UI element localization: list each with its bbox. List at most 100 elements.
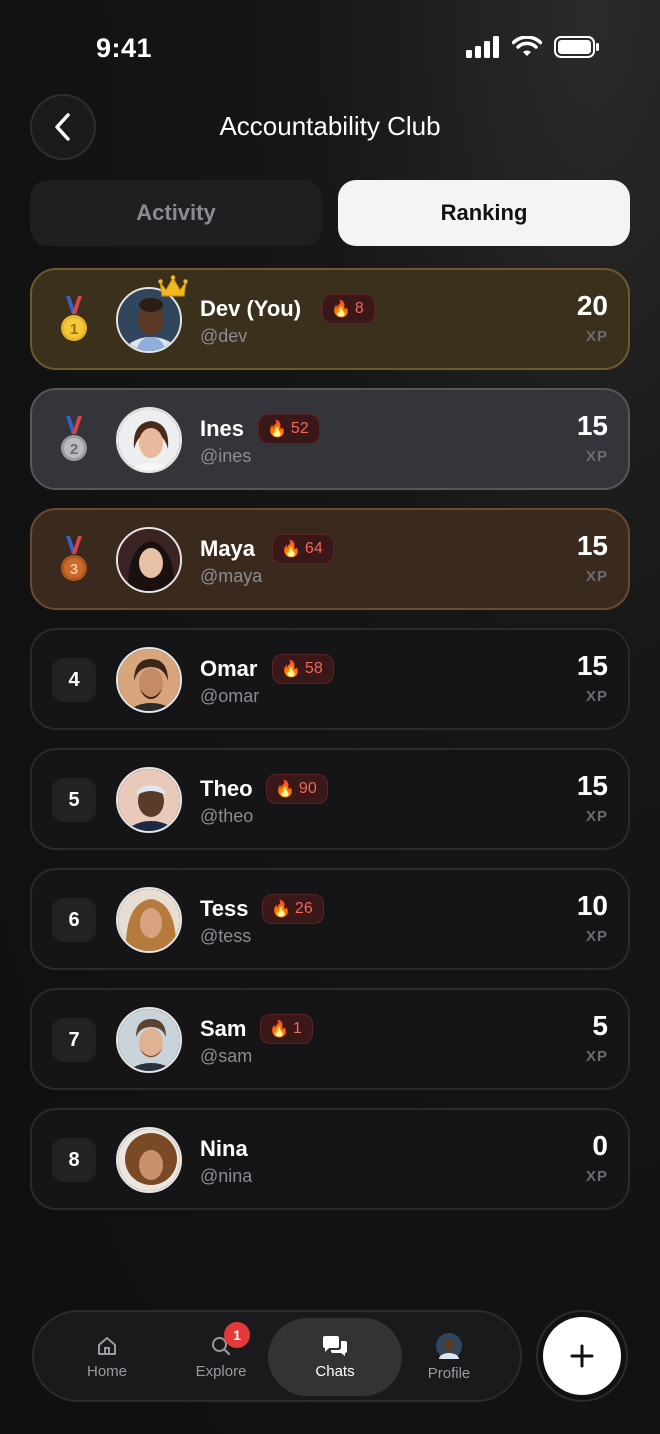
bronze-medal-icon: 3 xyxy=(61,536,87,581)
ranking-row-4[interactable]: 4 Omar 🔥 58 @omar 15 XP xyxy=(30,628,630,730)
avatar xyxy=(116,527,182,593)
rank-number: 8 xyxy=(52,1138,96,1182)
member-name: Omar xyxy=(200,656,258,681)
member-handle: @ines xyxy=(200,446,252,466)
streak-badge: 🔥 52 xyxy=(258,414,320,444)
rank-number: 5 xyxy=(52,778,96,822)
add-button-surface xyxy=(543,1317,621,1395)
xp-value: 10 xyxy=(576,890,608,921)
rank-number: 7 xyxy=(52,1018,96,1062)
xp-value: 15 xyxy=(576,650,608,681)
chats-icon xyxy=(323,1335,347,1356)
member-handle: @nina xyxy=(200,1166,253,1186)
avatar xyxy=(116,767,182,833)
member-name: Theo xyxy=(200,776,253,801)
ranking-row-1[interactable]: 1 Dev (You) 🔥 8 @dev 20 XP xyxy=(30,268,630,370)
xp-value: 5 xyxy=(592,1010,608,1041)
streak-badge: 🔥 64 xyxy=(272,534,334,564)
flame-icon: 🔥 xyxy=(331,301,351,318)
flame-icon: 🔥 xyxy=(267,421,287,438)
member-handle: @omar xyxy=(200,686,260,706)
flame-icon: 🔥 xyxy=(275,781,295,798)
flame-icon: 🔥 xyxy=(269,1021,289,1038)
medal-rank-1: 1 xyxy=(70,321,78,338)
ranking-row-3[interactable]: 3 Maya 🔥 64 @maya 15 XP xyxy=(30,508,630,610)
wifi-icon xyxy=(512,36,542,56)
tab-activity[interactable]: Activity xyxy=(30,180,322,246)
nav-item-profile[interactable]: Profile xyxy=(382,1318,516,1396)
nav-label-chats: Chats xyxy=(315,1362,355,1380)
streak-badge: 🔥 8 xyxy=(322,294,375,324)
xp-value: 15 xyxy=(576,410,608,441)
rank-number: 6 xyxy=(52,898,96,942)
tab-ranking[interactable]: Ranking xyxy=(338,180,630,246)
notification-badge: 1 xyxy=(224,1322,250,1348)
xp-label: XP xyxy=(585,1168,608,1185)
streak-count: 90 xyxy=(298,780,317,797)
crown-icon xyxy=(158,275,188,297)
xp-label: XP xyxy=(585,448,608,465)
ranking-row-6[interactable]: 6 Tess 🔥 26 @tess 10 XP xyxy=(30,868,630,970)
xp-label: XP xyxy=(585,808,608,825)
member-handle: @maya xyxy=(200,566,263,586)
member-handle: @theo xyxy=(200,806,254,826)
streak-count: 26 xyxy=(294,900,313,917)
xp-value: 20 xyxy=(576,290,608,321)
ranking-row-7[interactable]: 7 Sam 🔥 1 @sam 5 XP xyxy=(30,988,630,1090)
xp-label: XP xyxy=(585,568,608,585)
member-handle: @dev xyxy=(200,326,248,346)
flame-icon: 🔥 xyxy=(281,541,301,558)
streak-count: 58 xyxy=(304,660,323,677)
xp-label: XP xyxy=(585,1048,608,1065)
gold-medal-icon: 1 xyxy=(61,296,87,341)
member-handle: @tess xyxy=(200,926,252,946)
member-name: Maya xyxy=(200,536,256,561)
avatar xyxy=(116,887,182,953)
status-bar: 9:41 xyxy=(0,0,660,96)
nav-label-profile: Profile xyxy=(427,1364,471,1382)
nav-label-explore: Explore xyxy=(195,1362,247,1380)
add-button[interactable] xyxy=(536,1310,628,1402)
streak-badge: 🔥 26 xyxy=(262,894,324,924)
status-time: 9:41 xyxy=(96,33,153,63)
xp-label: XP xyxy=(585,328,608,345)
battery-icon xyxy=(554,36,599,58)
member-name: Ines xyxy=(200,416,245,441)
member-name: Nina xyxy=(200,1136,248,1161)
xp-value: 15 xyxy=(576,770,608,801)
streak-badge: 🔥 90 xyxy=(266,774,328,804)
avatar xyxy=(116,407,182,473)
ranking-row-8[interactable]: 8 Nina @nina 0 XP xyxy=(30,1108,630,1210)
ranking-row-5[interactable]: 5 Theo 🔥 90 @theo 15 XP xyxy=(30,748,630,850)
plus-icon xyxy=(570,1344,594,1368)
status-icons xyxy=(466,36,600,58)
member-name: Sam xyxy=(200,1016,247,1041)
nav-label-home: Home xyxy=(86,1362,127,1380)
flame-icon: 🔥 xyxy=(281,661,301,678)
member-name: Tess xyxy=(200,896,249,921)
streak-count: 64 xyxy=(304,540,323,557)
streak-badge: 🔥 58 xyxy=(272,654,334,684)
xp-value: 0 xyxy=(592,1130,608,1161)
xp-label: XP xyxy=(585,688,608,705)
member-handle: @sam xyxy=(200,1046,253,1066)
home-icon xyxy=(98,1336,116,1355)
bottom-nav: Home Explore 1 Chats Profile xyxy=(32,1310,522,1402)
medal-rank-3: 3 xyxy=(70,561,78,578)
avatar xyxy=(116,1007,182,1073)
avatar xyxy=(436,1332,462,1359)
medal-rank-2: 2 xyxy=(70,441,78,458)
rank-number: 4 xyxy=(52,658,96,702)
streak-count: 52 xyxy=(290,420,309,437)
ranking-row-2[interactable]: 2 Ines 🔥 52 @ines 15 XP xyxy=(30,388,630,490)
xp-value: 15 xyxy=(576,530,608,561)
xp-label: XP xyxy=(585,928,608,945)
signal-icon xyxy=(466,36,499,58)
streak-badge: 🔥 1 xyxy=(260,1014,313,1044)
silver-medal-icon: 2 xyxy=(61,416,87,461)
avatar xyxy=(116,647,182,713)
streak-count: 1 xyxy=(292,1020,302,1037)
avatar xyxy=(116,1127,182,1193)
member-name: Dev (You) xyxy=(200,296,302,321)
page-title: Accountability Club xyxy=(219,111,441,141)
